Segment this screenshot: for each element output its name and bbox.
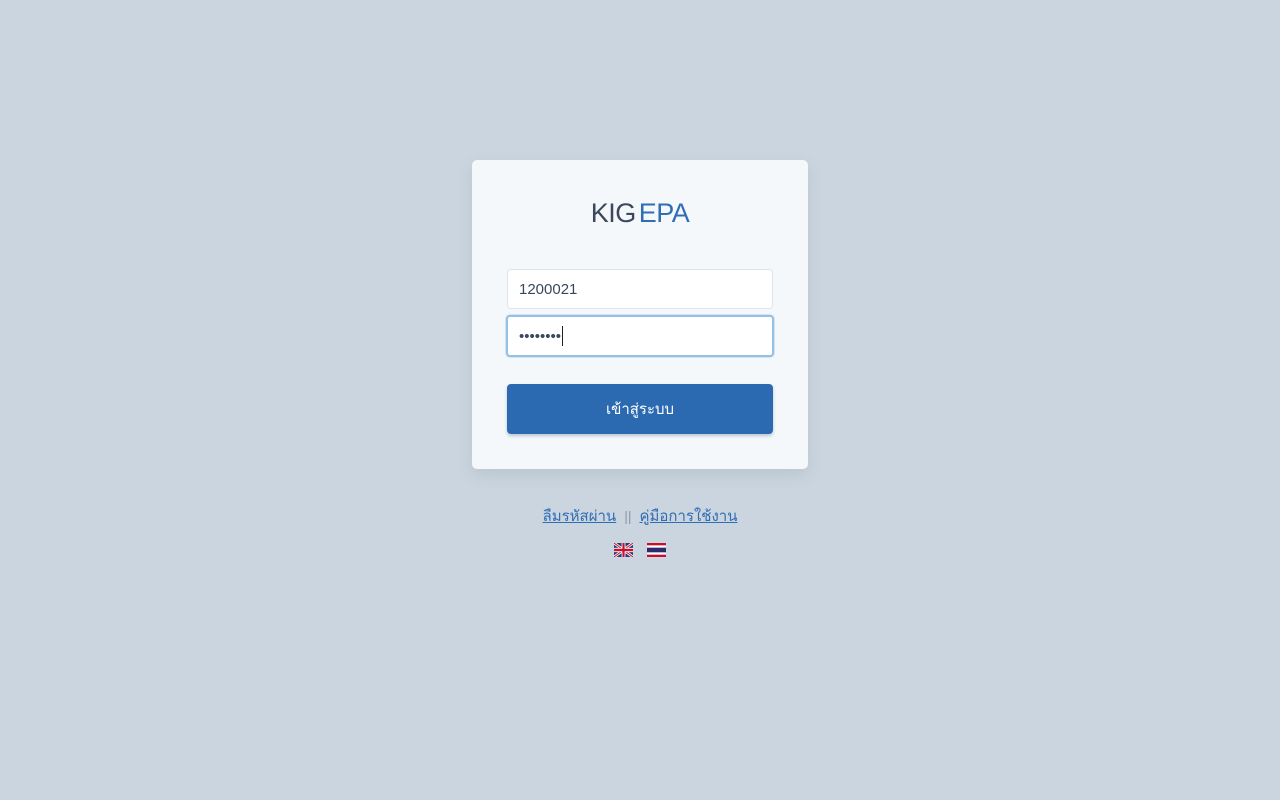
password-value: •••••••• [519, 327, 562, 345]
forgot-password-link[interactable]: ลืมรหัสผ่าน [543, 508, 617, 525]
link-separator: || [624, 508, 632, 524]
language-switcher [0, 543, 1280, 557]
app-logo: KIG EPA [472, 198, 808, 228]
footer-links: ลืมรหัสผ่าน || คู่มือการใช้งาน [0, 504, 1280, 528]
thai-flag-icon[interactable] [647, 543, 666, 557]
logo-text-epa: EPA [638, 198, 690, 228]
username-input[interactable]: 1200021 [507, 269, 773, 309]
text-caret [562, 326, 564, 346]
logo-text-kig: KIG [590, 198, 637, 228]
password-input[interactable]: •••••••• [506, 315, 774, 357]
login-button[interactable]: เข้าสู่ระบบ [507, 384, 773, 434]
uk-flag-icon[interactable] [614, 543, 633, 557]
login-card: KIG EPA 1200021 •••••••• เข้าสู่ระบบ [472, 160, 808, 469]
username-value: 1200021 [519, 280, 578, 298]
user-manual-link[interactable]: คู่มือการใช้งาน [639, 508, 737, 525]
